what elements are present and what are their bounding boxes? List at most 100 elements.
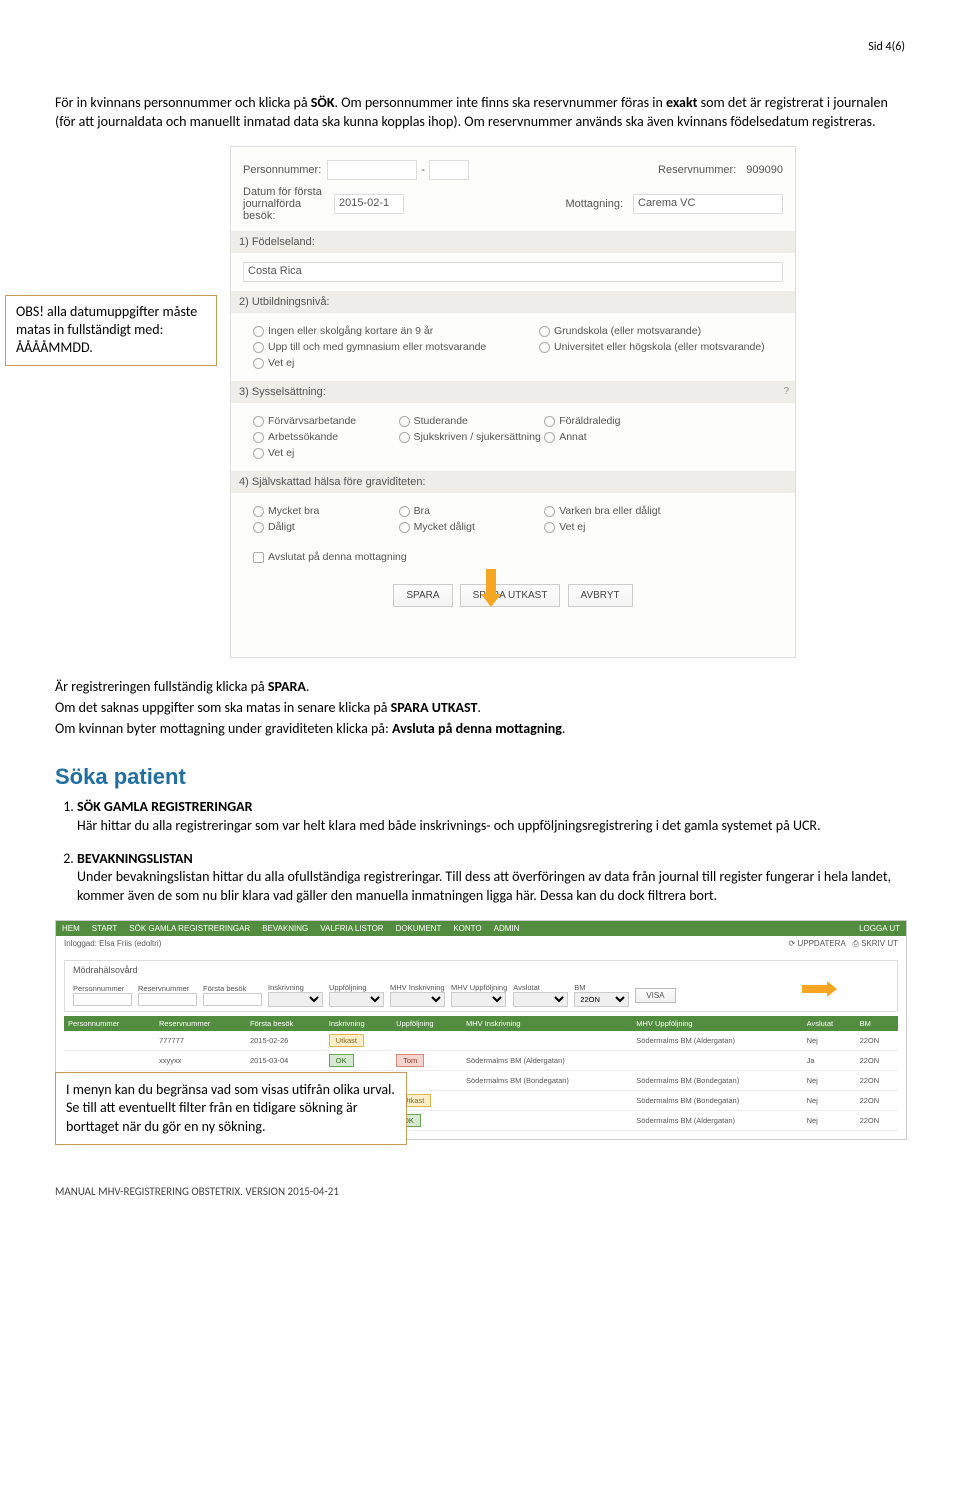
- text: För in kvinnans personnummer och klicka …: [55, 94, 311, 111]
- table-row[interactable]: xxyyxx2015-03-04OKTomSödermalms BM (Alde…: [64, 1051, 898, 1071]
- th-bm[interactable]: BM: [856, 1016, 898, 1031]
- flabel-bm: BM: [574, 983, 629, 992]
- label-datum-forsta: Datum för första journalförda besök:: [243, 186, 328, 222]
- th-personnummer[interactable]: Personnummer: [64, 1016, 155, 1031]
- th-mhv-up[interactable]: MHV Uppföljning: [632, 1016, 802, 1031]
- text: Är registreringen fullständig klicka på: [55, 678, 268, 695]
- radio-grundskola[interactable]: Grundskola (eller motsvarande): [539, 325, 701, 337]
- arrow-right-icon: [802, 981, 837, 997]
- help-icon[interactable]: ?: [783, 386, 789, 397]
- form-screenshot: Personnummer: - Reservnummer: 909090 Dat…: [230, 146, 796, 658]
- th-avslutat[interactable]: Avslutat: [803, 1016, 856, 1031]
- label-personnummer: Personnummer:: [243, 164, 321, 176]
- list-2-lead: BEVAKNINGSLISTAN: [77, 850, 193, 867]
- radio-gymnasium[interactable]: Upp till och med gymnasium eller motsvar…: [253, 341, 539, 353]
- cell-reservnummer: 777777: [155, 1031, 246, 1051]
- radio-daligt[interactable]: Dåligt: [253, 521, 399, 533]
- radio-sjukskriven[interactable]: Sjukskriven / sjukersättning: [399, 431, 545, 443]
- nav-valfria[interactable]: VALFRIA LISTOR: [320, 924, 383, 933]
- text: .: [562, 720, 566, 737]
- mid-p2: Om det saknas uppgifter som ska matas in…: [55, 699, 905, 718]
- nav-sok-gamla[interactable]: SÖK GAMLA REGISTRERINGAR: [129, 924, 250, 933]
- radio-vetej-2[interactable]: Vet ej: [253, 357, 294, 369]
- radio-foraldraledig[interactable]: Föräldraledig: [544, 415, 620, 427]
- radio-varken[interactable]: Varken bra eller dåligt: [544, 505, 660, 517]
- numbered-list: SÖK GAMLA REGISTRERINGAR Här hittar du a…: [55, 798, 905, 906]
- visa-button[interactable]: VISA: [635, 988, 675, 1003]
- personnummer-input[interactable]: [327, 160, 417, 180]
- radio-annat[interactable]: Annat: [544, 431, 586, 443]
- cell-mhvup: Södermalms BM (Bondegatan): [632, 1091, 802, 1111]
- cell-avslutat: Nej: [803, 1091, 856, 1111]
- nav-admin[interactable]: ADMIN: [494, 924, 520, 933]
- filter-avslutat[interactable]: [513, 992, 568, 1007]
- filter-inskrivning[interactable]: [268, 992, 323, 1007]
- nav-dokument[interactable]: DOKUMENT: [396, 924, 442, 933]
- flabel-forsta: Första besök: [203, 984, 262, 993]
- filter-title: Mödrahälsovård: [65, 961, 897, 979]
- inloggad-text: Inloggad: Elsa Friis (edoltri): [64, 939, 161, 949]
- datum-input[interactable]: 2015-02-1: [334, 194, 404, 214]
- nav-logga-ut[interactable]: LOGGA UT: [859, 924, 900, 933]
- mottagning-select[interactable]: Carema VC: [633, 194, 783, 214]
- arrow-down-icon: [481, 569, 501, 609]
- th-reservnummer[interactable]: Reservnummer: [155, 1016, 246, 1031]
- cell-bm: 22ON: [856, 1031, 898, 1051]
- table-row[interactable]: 7777772015-02-26UtkastSödermalms BM (Ald…: [64, 1031, 898, 1051]
- cell-up: [392, 1031, 462, 1051]
- bold-spara: SPARA: [268, 678, 306, 695]
- cell-avslutat: Nej: [803, 1071, 856, 1091]
- cell-bm: 22ON: [856, 1051, 898, 1071]
- filter-reservnummer[interactable]: [138, 993, 197, 1006]
- nav-konto[interactable]: KONTO: [453, 924, 481, 933]
- th-mhv-in[interactable]: MHV Inskrivning: [462, 1016, 632, 1031]
- dash: -: [421, 164, 425, 176]
- avbryt-button[interactable]: AVBRYT: [568, 584, 633, 607]
- spara-utkast-button[interactable]: SPARA UTKAST: [460, 584, 561, 607]
- spara-button[interactable]: SPARA: [393, 584, 452, 607]
- filter-mhv-in[interactable]: [390, 992, 445, 1007]
- reservnummer-value: 909090: [746, 164, 783, 176]
- cell-date: 2015-03-04: [246, 1051, 325, 1071]
- cell-avslutat: Nej: [803, 1111, 856, 1131]
- filter-personnummer[interactable]: [73, 993, 132, 1006]
- radio-arbetssokande[interactable]: Arbetssökande: [253, 431, 399, 443]
- uppdatera-label: UPPDATERA: [797, 939, 845, 948]
- text: .: [477, 699, 481, 716]
- nav-start[interactable]: START: [92, 924, 117, 933]
- filter-mhv-up[interactable]: [451, 992, 506, 1007]
- uppdatera-button[interactable]: ⟳ UPPDATERA: [789, 939, 846, 948]
- skrivut-button[interactable]: ⎙ SKRIV UT: [852, 939, 898, 948]
- radio-ingen[interactable]: Ingen eller skolgång kortare än 9 år: [253, 325, 539, 337]
- fodelseland-select[interactable]: Costa Rica: [243, 262, 783, 282]
- personnummer-input-2[interactable]: [429, 160, 469, 180]
- filter-forsta[interactable]: [203, 993, 262, 1006]
- filter-bm[interactable]: 22ON: [574, 992, 629, 1007]
- checkbox-avslutat[interactable]: Avslutat på denna mottagning: [253, 551, 407, 563]
- filter-note-box: I menyn kan du begränsa vad som visas ut…: [55, 1072, 407, 1145]
- text: Om det saknas uppgifter som ska matas in…: [55, 699, 391, 716]
- cell-avslutat: Nej: [803, 1031, 856, 1051]
- th-forsta[interactable]: Första besök: [246, 1016, 325, 1031]
- th-uppfoljning[interactable]: Uppföljning: [392, 1016, 462, 1031]
- intro-paragraph: För in kvinnans personnummer och klicka …: [55, 94, 905, 132]
- radio-mycket-daligt[interactable]: Mycket dåligt: [399, 521, 545, 533]
- radio-studerande[interactable]: Studerande: [399, 415, 545, 427]
- radio-forvarv[interactable]: Förvärvsarbetande: [253, 415, 399, 427]
- cell-bm: 22ON: [856, 1111, 898, 1131]
- radio-vetej-4[interactable]: Vet ej: [544, 521, 585, 533]
- nav-hem[interactable]: HEM: [62, 924, 80, 933]
- cell-bm: 22ON: [856, 1091, 898, 1111]
- radio-vetej-3[interactable]: Vet ej: [253, 447, 294, 459]
- th-inskrivning[interactable]: Inskrivning: [325, 1016, 392, 1031]
- filter-uppfoljning[interactable]: [329, 992, 384, 1007]
- cell-personnummer: [64, 1051, 155, 1071]
- obs-note-box: OBS! alla datumuppgifter måste matas in …: [5, 295, 217, 366]
- radio-mycket-bra[interactable]: Mycket bra: [253, 505, 399, 517]
- radio-universitet[interactable]: Universitet eller högskola (eller motsva…: [539, 341, 765, 353]
- radio-bra[interactable]: Bra: [399, 505, 545, 517]
- nav-bevakning[interactable]: BEVAKNING: [262, 924, 308, 933]
- list-1-lead: SÖK GAMLA REGISTRERINGAR: [77, 798, 253, 815]
- list-item-2: BEVAKNINGSLISTAN Under bevakningslistan …: [77, 850, 905, 907]
- cell-mhvup: Södermalms BM (Aldergatan): [632, 1031, 802, 1051]
